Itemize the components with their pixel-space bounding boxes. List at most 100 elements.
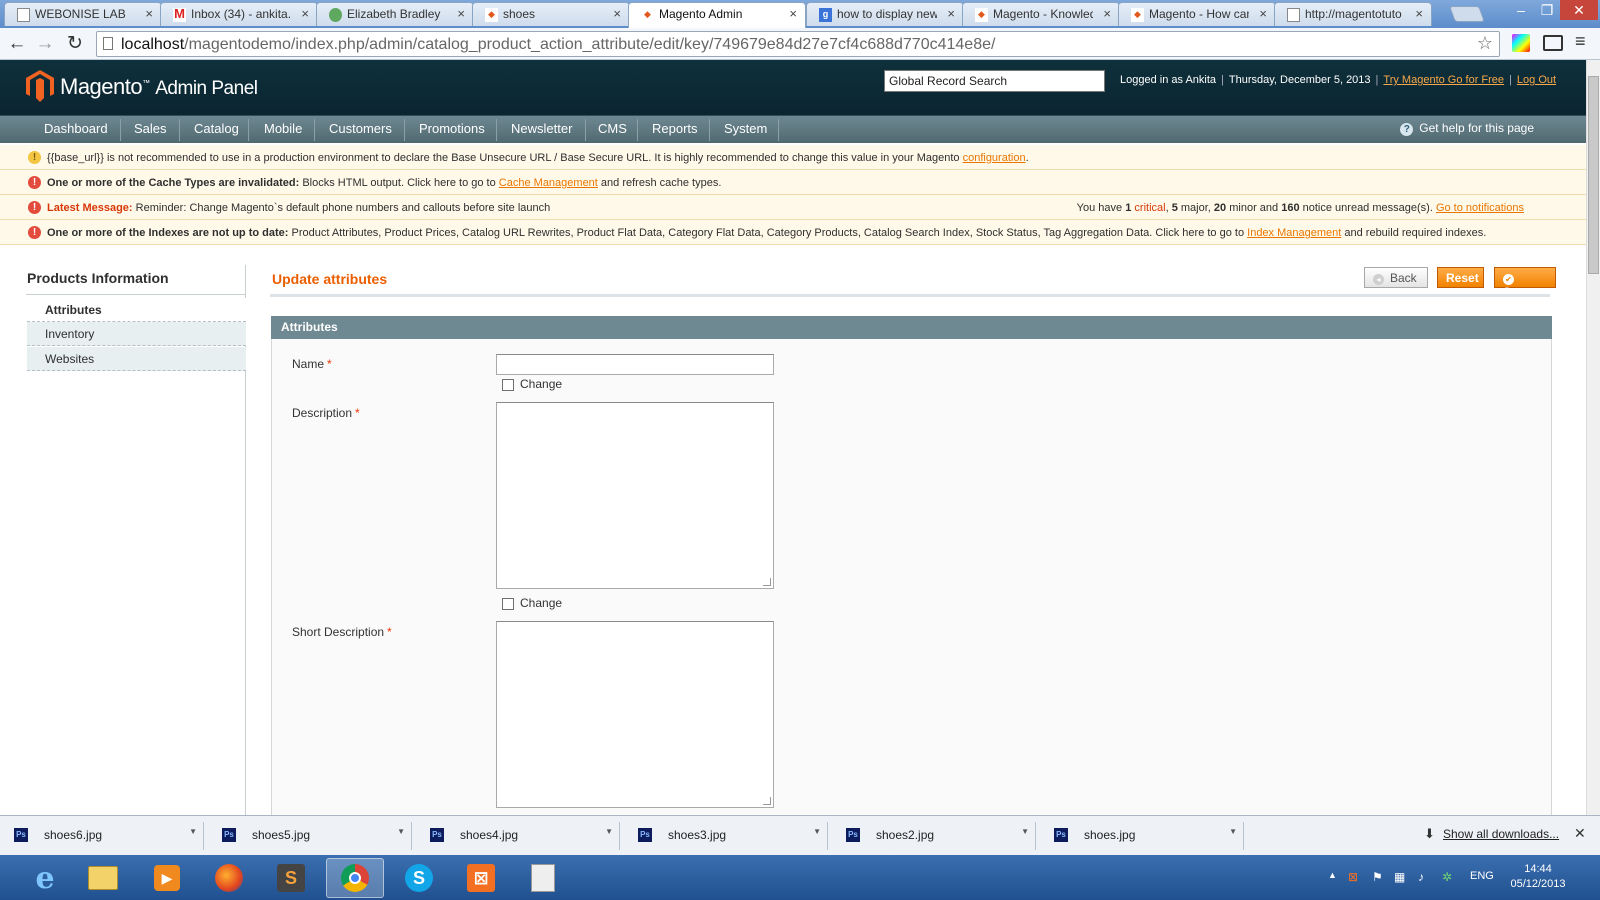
browser-tab[interactable]: Elizabeth Bradley × bbox=[316, 2, 474, 26]
browser-tab[interactable]: http://magentotuto × bbox=[1274, 2, 1432, 26]
chevron-down-icon[interactable]: ▼ bbox=[397, 827, 405, 836]
unread-messages-summary: You have 1 critical, 5 major, 20 minor a… bbox=[1076, 202, 1524, 214]
tray-expand-icon[interactable]: ▲ bbox=[1328, 870, 1337, 880]
nav-sales[interactable]: Sales bbox=[134, 121, 167, 136]
configuration-link[interactable]: configuration bbox=[963, 152, 1026, 164]
chrome-icon[interactable] bbox=[326, 858, 384, 898]
resize-grip-icon[interactable] bbox=[763, 578, 771, 586]
browser-tab[interactable]: ◆ Magento - Knowled × bbox=[962, 2, 1120, 26]
nav-catalog[interactable]: Catalog bbox=[194, 121, 239, 136]
help-link[interactable]: ? Get help for this page bbox=[1400, 121, 1534, 136]
file-explorer-icon[interactable] bbox=[74, 858, 132, 898]
xampp-tray-icon[interactable]: ⊠ bbox=[1348, 870, 1358, 884]
name-change-checkbox[interactable] bbox=[502, 379, 514, 391]
show-all-downloads-link[interactable]: Show all downloads... bbox=[1443, 827, 1559, 841]
download-item[interactable]: Ps shoes5.jpg ▼ bbox=[212, 822, 412, 850]
media-player-icon[interactable]: ▶ bbox=[138, 858, 196, 898]
logout-link[interactable]: Log Out bbox=[1517, 74, 1556, 86]
close-icon[interactable]: × bbox=[789, 6, 797, 21]
flag-icon[interactable]: ⚑ bbox=[1372, 870, 1383, 884]
language-indicator[interactable]: ENG bbox=[1470, 870, 1494, 882]
system-clock[interactable]: 14:44 05/12/2013 bbox=[1500, 862, 1576, 892]
close-icon[interactable]: × bbox=[613, 6, 621, 21]
menu-icon[interactable]: ≡ bbox=[1575, 31, 1586, 52]
nav-cms[interactable]: CMS bbox=[598, 121, 627, 136]
color-picker-icon[interactable] bbox=[1512, 34, 1530, 52]
sync-icon[interactable]: ✲ bbox=[1442, 870, 1452, 884]
star-icon[interactable]: ☆ bbox=[1477, 33, 1493, 54]
back-arrow-icon[interactable]: ← bbox=[6, 33, 28, 55]
back-button[interactable]: ◂ Back bbox=[1364, 267, 1428, 288]
chevron-down-icon[interactable]: ▼ bbox=[1021, 827, 1029, 836]
nav-dashboard[interactable]: Dashboard bbox=[44, 121, 108, 136]
browser-tab[interactable]: ◆ Magento - How can × bbox=[1118, 2, 1276, 26]
close-icon[interactable]: × bbox=[1259, 6, 1267, 21]
tab-label: http://magentotuto bbox=[1305, 7, 1402, 21]
reload-icon[interactable]: ↻ bbox=[64, 33, 86, 55]
cache-management-link[interactable]: Cache Management bbox=[499, 177, 598, 189]
chevron-down-icon[interactable]: ▼ bbox=[1229, 827, 1237, 836]
forward-arrow-icon[interactable]: → bbox=[34, 33, 56, 55]
critical-count: 1 bbox=[1125, 202, 1132, 214]
browser-tab[interactable]: ◆ shoes × bbox=[472, 2, 630, 26]
description-textarea[interactable] bbox=[496, 402, 774, 589]
close-icon[interactable]: × bbox=[947, 6, 955, 21]
reset-button[interactable]: Reset bbox=[1437, 267, 1484, 288]
try-magento-link[interactable]: Try Magento Go for Free bbox=[1383, 74, 1504, 86]
browser-tab[interactable]: WEBONISE LAB × bbox=[4, 2, 162, 26]
download-item[interactable]: Ps shoes2.jpg ▼ bbox=[836, 822, 1036, 850]
chevron-down-icon[interactable]: ▼ bbox=[605, 827, 613, 836]
short-description-textarea[interactable] bbox=[496, 621, 774, 808]
title-divider bbox=[270, 294, 1550, 297]
minimize-icon[interactable]: – bbox=[1508, 0, 1534, 20]
network-icon[interactable]: ▦ bbox=[1394, 870, 1405, 884]
sublime-text-icon[interactable]: S bbox=[262, 858, 320, 898]
cast-icon[interactable] bbox=[1543, 35, 1563, 51]
nav-reports[interactable]: Reports bbox=[652, 121, 698, 136]
name-input[interactable] bbox=[496, 354, 774, 375]
download-item[interactable]: Ps shoes.jpg ▼ bbox=[1044, 822, 1244, 850]
logo-sub: Admin Panel bbox=[155, 78, 258, 99]
nav-mobile[interactable]: Mobile bbox=[264, 121, 302, 136]
close-icon[interactable]: × bbox=[301, 6, 309, 21]
close-icon[interactable]: × bbox=[1415, 6, 1423, 21]
sidebar-item-websites[interactable]: Websites bbox=[27, 347, 246, 371]
sidebar-item-inventory[interactable]: Inventory bbox=[27, 322, 246, 346]
notice-text: Blocks HTML output. Click here to go to bbox=[302, 177, 496, 189]
global-search-input[interactable] bbox=[884, 70, 1105, 92]
volume-icon[interactable]: ♪ bbox=[1418, 870, 1424, 884]
download-item[interactable]: Ps shoes3.jpg ▼ bbox=[628, 822, 828, 850]
internet-explorer-icon[interactable]: e bbox=[16, 858, 74, 898]
close-icon[interactable]: × bbox=[457, 6, 465, 21]
download-item[interactable]: Ps shoes4.jpg ▼ bbox=[420, 822, 620, 850]
close-icon[interactable]: ✕ bbox=[1574, 825, 1586, 842]
browser-tab[interactable]: M Inbox (34) - ankita.p × bbox=[160, 2, 318, 26]
firefox-icon[interactable] bbox=[200, 858, 258, 898]
close-icon[interactable]: × bbox=[1103, 6, 1111, 21]
chevron-down-icon[interactable]: ▼ bbox=[813, 827, 821, 836]
sidebar-item-attributes[interactable]: Attributes bbox=[27, 298, 246, 322]
browser-tab-active[interactable]: ◆ Magento Admin × bbox=[628, 2, 806, 28]
chevron-down-icon[interactable]: ▼ bbox=[189, 827, 197, 836]
archive-icon[interactable] bbox=[514, 858, 572, 898]
nav-customers[interactable]: Customers bbox=[329, 121, 392, 136]
index-management-link[interactable]: Index Management bbox=[1247, 227, 1341, 239]
xampp-icon[interactable]: ⊠ bbox=[452, 858, 510, 898]
new-tab-button[interactable] bbox=[1449, 6, 1485, 22]
close-icon[interactable]: × bbox=[145, 6, 153, 21]
go-to-notifications-link[interactable]: Go to notifications bbox=[1436, 202, 1524, 214]
close-window-icon[interactable]: ✕ bbox=[1560, 0, 1598, 20]
save-button[interactable]: ✔Save bbox=[1494, 267, 1556, 299]
scrollbar-thumb[interactable] bbox=[1588, 76, 1599, 274]
nav-newsletter[interactable]: Newsletter bbox=[511, 121, 572, 136]
skype-icon[interactable]: S bbox=[390, 858, 448, 898]
download-item[interactable]: Ps shoes6.jpg ▼ bbox=[4, 822, 204, 850]
resize-grip-icon[interactable] bbox=[763, 797, 771, 805]
browser-tab[interactable]: g how to display new × bbox=[806, 2, 964, 26]
maximize-icon[interactable]: ❐ bbox=[1534, 0, 1560, 20]
address-bar[interactable]: localhost/magentodemo/index.php/admin/ca… bbox=[96, 31, 1500, 57]
nav-system[interactable]: System bbox=[724, 121, 767, 136]
description-change-checkbox[interactable] bbox=[502, 598, 514, 610]
url-path: /magentodemo/index.php/admin/catalog_pro… bbox=[184, 36, 996, 53]
nav-promotions[interactable]: Promotions bbox=[419, 121, 485, 136]
